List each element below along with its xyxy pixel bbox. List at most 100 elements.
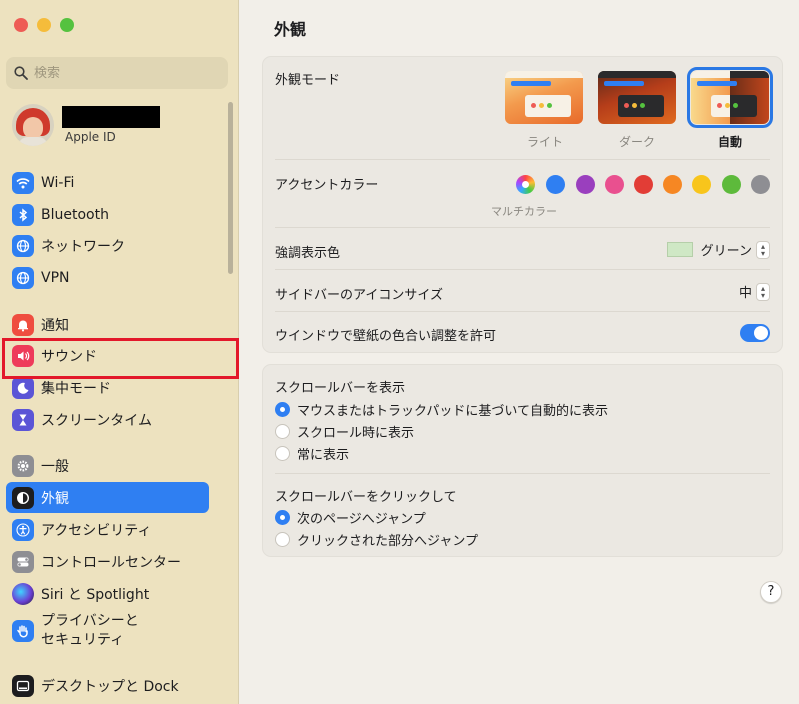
sidebar-item-label: 外観 xyxy=(41,490,69,507)
chevron-updown-icon: ▴ ▾ xyxy=(756,282,770,301)
divider xyxy=(275,227,770,228)
sidebar-item-general[interactable]: 一般 xyxy=(6,450,209,481)
scrollbar-settings-card: スクロールバーを表示 マウスまたはトラックパッドに基づいて自動的に表示 スクロー… xyxy=(262,364,783,557)
radio-label: スクロール時に表示 xyxy=(297,426,415,441)
wallpaper-tint-label: ウインドウで壁紙の色合い調整を許可 xyxy=(275,329,497,344)
accent-multicolor-swatch[interactable] xyxy=(516,175,535,194)
accent-red-swatch[interactable] xyxy=(634,175,653,194)
sidebar-item-siri-spotlight[interactable]: Siri と Spotlight xyxy=(6,578,209,609)
sidebar-item-label: 通知 xyxy=(41,317,69,334)
sidebar-item-label: Siri と Spotlight xyxy=(41,586,150,603)
appearance-mode-label: 外観モード xyxy=(275,73,341,88)
sidebar-item-control-center[interactable]: コントロールセンター xyxy=(6,546,209,577)
scrollbar-when-scrolling-option[interactable]: スクロール時に表示 xyxy=(275,422,414,441)
radio-label: 常に表示 xyxy=(297,448,350,463)
radio-button[interactable] xyxy=(275,532,290,547)
scrollbar-always-option[interactable]: 常に表示 xyxy=(275,444,349,463)
highlight-color-label: 強調表示色 xyxy=(275,246,341,261)
sidebar-scrollbar[interactable] xyxy=(228,102,233,274)
accent-yellow-swatch[interactable] xyxy=(692,175,711,194)
close-button[interactable] xyxy=(14,18,28,32)
sidebar-icon-size-label: サイドバーのアイコンサイズ xyxy=(275,288,443,303)
sidebar-item-network[interactable]: ネットワーク xyxy=(6,230,209,261)
divider xyxy=(275,269,770,270)
radio-label: 次のページへジャンプ xyxy=(297,512,426,527)
sidebar-item-appearance[interactable]: 外観 xyxy=(6,482,209,513)
sidebar-item-label: Wi-Fi xyxy=(41,174,75,191)
accent-purple-swatch[interactable] xyxy=(576,175,595,194)
accent-graphite-swatch[interactable] xyxy=(751,175,770,194)
sidebar-item-label: コントロールセンター xyxy=(41,554,181,571)
search-field[interactable] xyxy=(6,57,228,89)
appearance-dark-caption: ダーク xyxy=(618,135,655,149)
wifi-icon xyxy=(12,171,34,194)
radio-label: マウスまたはトラックパッドに基づいて自動的に表示 xyxy=(297,404,608,419)
appearance-auto-option[interactable] xyxy=(687,67,773,128)
sidebar-item-wifi[interactable]: Wi-Fi xyxy=(6,167,209,198)
sidebar-item-label: プライバシーと セキュリティ xyxy=(41,613,139,648)
appearance-settings-card: 外観モード ライト ダーク 自動 アクセントカラー マルチカラー 強調表示色 グ… xyxy=(262,56,783,353)
accent-green-swatch[interactable] xyxy=(722,175,741,194)
accent-selected-caption: マルチカラー xyxy=(491,205,557,218)
appearance-light-caption: ライト xyxy=(526,135,563,149)
radio-button[interactable] xyxy=(275,402,290,417)
apple-id-profile[interactable]: Apple ID xyxy=(12,104,160,146)
moon-icon xyxy=(12,376,34,399)
sidebar-item-label: Bluetooth xyxy=(41,206,109,223)
scrollbar-auto-option[interactable]: マウスまたはトラックパッドに基づいて自動的に表示 xyxy=(275,400,608,419)
main-pane: 外観 外観モード ライト ダーク 自動 アクセントカラー マルチカラー 強調表示… xyxy=(240,0,799,704)
sidebar-item-label: アクセシビリティ xyxy=(41,522,152,539)
appearance-dark-option[interactable] xyxy=(598,71,676,124)
accent-blue-swatch[interactable] xyxy=(546,175,565,194)
highlight-color-popup[interactable]: グリーン ▴ ▾ xyxy=(666,240,770,259)
sidebar-icon-size-popup[interactable]: 中 ▴ ▾ xyxy=(739,282,770,301)
appearance-light-option[interactable] xyxy=(505,71,583,124)
sidebar-item-label: VPN xyxy=(41,269,70,286)
help-button[interactable]: ? xyxy=(760,581,782,603)
highlight-color-swatch xyxy=(666,242,693,257)
show-scrollbars-label: スクロールバーを表示 xyxy=(275,381,406,396)
accessibility-icon xyxy=(12,518,34,541)
gear-icon xyxy=(12,454,34,477)
sidebar-item-vpn[interactable]: VPN xyxy=(6,262,209,293)
radio-button[interactable] xyxy=(275,510,290,525)
siri-icon xyxy=(12,582,34,605)
sidebar-item-focus[interactable]: 集中モード xyxy=(6,372,209,403)
sidebar-item-label: ネットワーク xyxy=(41,238,125,255)
sidebar: Apple ID Wi-Fi Bluetooth ネットワーク VPN 通知 xyxy=(0,0,239,704)
sidebar-icon-size-value: 中 xyxy=(738,286,752,301)
sidebar-item-label: サウンド xyxy=(41,348,97,365)
click-scrollbar-label: スクロールバーをクリックして xyxy=(275,490,457,505)
appearance-icon xyxy=(12,486,34,509)
accent-pink-swatch[interactable] xyxy=(605,175,624,194)
window-controls xyxy=(14,18,74,32)
page-title: 外観 xyxy=(274,20,307,39)
radio-button[interactable] xyxy=(275,424,290,439)
redacted-name xyxy=(62,106,160,128)
divider xyxy=(275,473,770,474)
search-icon xyxy=(14,66,28,80)
sidebar-item-desktop-dock[interactable]: デスクトップと Dock xyxy=(6,670,209,701)
sidebar-item-sound[interactable]: サウンド xyxy=(6,340,209,371)
speaker-icon xyxy=(12,344,34,367)
hourglass-icon xyxy=(12,408,34,431)
apple-id-label: Apple ID xyxy=(65,130,116,144)
highlight-color-value: グリーン xyxy=(700,244,752,259)
sidebar-item-accessibility[interactable]: アクセシビリティ xyxy=(6,514,209,545)
sidebar-item-notifications[interactable]: 通知 xyxy=(6,309,209,340)
jump-clicked-spot-option[interactable]: クリックされた部分へジャンプ xyxy=(275,530,478,549)
sidebar-item-label: 一般 xyxy=(41,458,69,475)
sidebar-item-screen-time[interactable]: スクリーンタイム xyxy=(6,404,209,435)
minimize-button[interactable] xyxy=(37,18,51,32)
zoom-button[interactable] xyxy=(60,18,74,32)
accent-orange-swatch[interactable] xyxy=(663,175,682,194)
search-input[interactable] xyxy=(34,65,214,81)
jump-next-page-option[interactable]: 次のページへジャンプ xyxy=(275,508,426,527)
sidebar-item-label: デスクトップと Dock xyxy=(41,678,179,695)
accent-color-label: アクセントカラー xyxy=(275,178,379,193)
avatar xyxy=(12,104,54,146)
wallpaper-tint-toggle[interactable] xyxy=(740,324,770,342)
sidebar-item-privacy-security[interactable]: プライバシーと セキュリティ xyxy=(6,610,209,652)
sidebar-item-bluetooth[interactable]: Bluetooth xyxy=(6,199,209,230)
radio-button[interactable] xyxy=(275,446,290,461)
